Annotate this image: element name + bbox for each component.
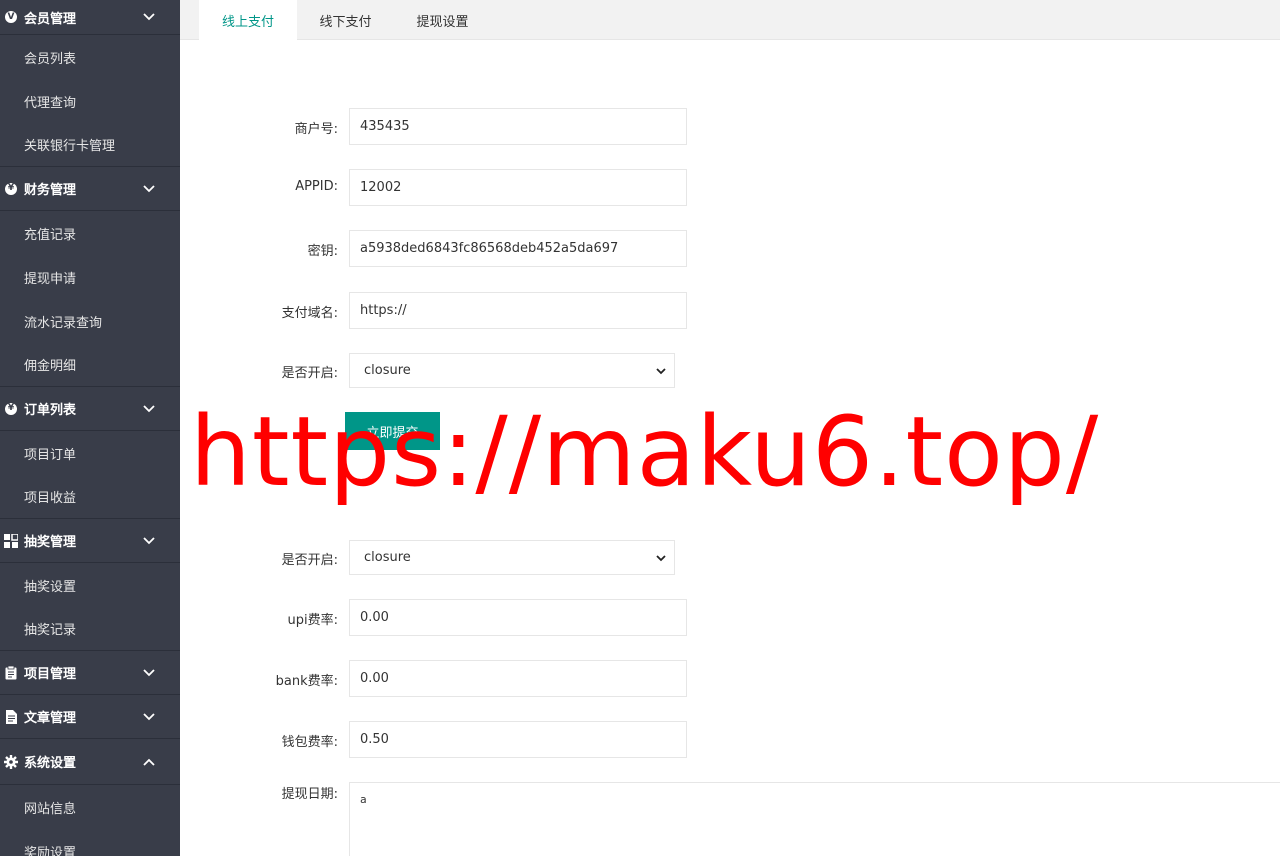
sidebar-item-bank-card[interactable]: 关联银行卡管理 — [0, 123, 180, 167]
sidebar-group-system[interactable]: 系统设置 — [0, 739, 180, 785]
sidebar-item-project-orders[interactable]: 项目订单 — [0, 431, 180, 475]
tab-bar: 线上支付 线下支付 提现设置 — [180, 0, 1280, 41]
chevron-down-icon — [656, 365, 666, 375]
sidebar-group-lottery[interactable]: 抽奖管理 — [0, 519, 180, 563]
merchant-input[interactable] — [349, 108, 687, 145]
chevron-down-icon — [656, 552, 666, 562]
withdraw-date-label: 提现日期: — [281, 787, 338, 802]
appid-input[interactable] — [349, 169, 687, 206]
withdraw-date-textarea[interactable]: a — [349, 782, 1280, 856]
sidebar-group-label: 订单列表 — [24, 403, 77, 418]
enable2-label: 是否开启: — [281, 553, 338, 568]
secret-label: 密钥: — [307, 244, 338, 259]
tab-withdraw-settings[interactable]: 提现设置 — [394, 0, 491, 40]
wallet-rate-label: 钱包费率: — [281, 735, 338, 750]
sidebar-item-agent-query[interactable]: 代理查询 — [0, 79, 180, 123]
yen-coin-icon: ¥ — [4, 182, 18, 196]
enable2-select-value: closure — [364, 550, 411, 565]
bank-rate-input[interactable] — [349, 660, 687, 697]
upi-rate-input[interactable] — [349, 599, 687, 636]
sidebar-item-member-list[interactable]: 会员列表 — [0, 35, 180, 79]
appid-label: APPID: — [295, 179, 338, 194]
sidebar-group-label: 会员管理 — [24, 11, 77, 27]
sidebar-item-project-income[interactable]: 项目收益 — [0, 475, 180, 519]
upi-rate-label: upi费率: — [287, 613, 338, 628]
sidebar-item-lottery-settings[interactable]: 抽奖设置 — [0, 563, 180, 607]
grid-icon — [4, 533, 18, 548]
sidebar-item-recharge[interactable]: 充值记录 — [0, 211, 180, 255]
submit-button[interactable]: 立即提交 — [345, 412, 440, 450]
sidebar: V 会员管理 会员列表 代理查询 关联银行卡管理 ¥ 财务管理 充值记录 提现申… — [0, 0, 180, 856]
yen-coin-icon: ¥ — [4, 402, 18, 416]
bank-rate-label: bank费率: — [275, 674, 338, 689]
sidebar-group-orders[interactable]: ¥ 订单列表 — [0, 387, 180, 431]
sidebar-item-commission[interactable]: 佣金明细 — [0, 343, 180, 387]
sidebar-item-reward-settings[interactable]: 奖励设置 — [0, 829, 180, 856]
tab-offline-payment[interactable]: 线下支付 — [297, 0, 394, 40]
sidebar-group-label: 抽奖管理 — [24, 535, 77, 550]
sidebar-group-articles[interactable]: 文章管理 — [0, 695, 180, 739]
chevron-down-icon — [142, 10, 156, 24]
sidebar-item-lottery-records[interactable]: 抽奖记录 — [0, 607, 180, 651]
gear-icon — [4, 754, 18, 769]
clipboard-icon — [4, 665, 18, 680]
sidebar-group-finance[interactable]: ¥ 财务管理 — [0, 167, 180, 211]
sidebar-group-projects[interactable]: 项目管理 — [0, 651, 180, 695]
watermark-overlay: https://maku6.top/ — [190, 396, 1100, 508]
enable-select[interactable]: closure — [349, 353, 675, 388]
sidebar-item-site-info[interactable]: 网站信息 — [0, 785, 180, 829]
chevron-down-icon — [142, 666, 156, 680]
domain-label: 支付域名: — [281, 306, 338, 321]
chevron-down-icon — [142, 710, 156, 724]
sidebar-group-member[interactable]: V 会员管理 — [0, 0, 180, 35]
chevron-down-icon — [142, 182, 156, 196]
secret-input[interactable] — [349, 230, 687, 267]
tab-online-payment[interactable]: 线上支付 — [199, 0, 297, 41]
merchant-label: 商户号: — [294, 122, 338, 137]
enable-label: 是否开启: — [281, 366, 338, 381]
domain-input[interactable] — [349, 292, 687, 329]
sidebar-group-label: 项目管理 — [24, 667, 77, 682]
v-coin-icon: V — [4, 10, 18, 24]
sidebar-item-flow[interactable]: 流水记录查询 — [0, 299, 180, 343]
enable-select-value: closure — [364, 363, 411, 378]
sidebar-group-label: 财务管理 — [24, 183, 77, 198]
sidebar-group-label: 系统设置 — [24, 756, 77, 771]
wallet-rate-input[interactable] — [349, 721, 687, 758]
enable2-select[interactable]: closure — [349, 540, 675, 575]
sidebar-item-withdraw[interactable]: 提现申请 — [0, 255, 180, 299]
chevron-up-icon — [142, 755, 156, 769]
document-icon — [4, 709, 18, 724]
chevron-down-icon — [142, 402, 156, 416]
sidebar-group-label: 文章管理 — [24, 711, 77, 726]
chevron-down-icon — [142, 534, 156, 548]
